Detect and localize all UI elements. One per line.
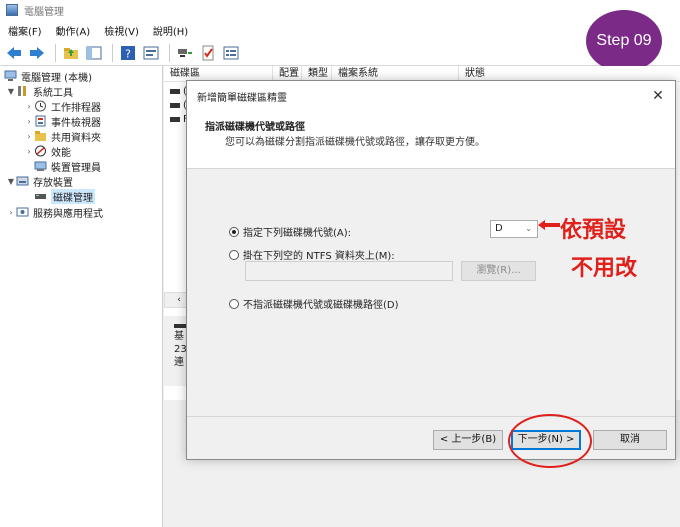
- close-icon[interactable]: ✕: [649, 87, 667, 105]
- tree-label: 存放裝置: [33, 177, 73, 189]
- drive-letter-value: D: [495, 223, 503, 234]
- annotation-text-no-change: 不用改: [571, 256, 638, 281]
- tree-label: 服務與應用程式: [33, 208, 103, 220]
- expand-chevron-icon[interactable]: ▼: [6, 87, 16, 96]
- volume-icon: [170, 89, 180, 94]
- show-hide-tree-icon[interactable]: [84, 43, 104, 63]
- tree-label: 工作排程器: [51, 102, 101, 114]
- expand-arrow-icon[interactable]: ›: [24, 132, 34, 141]
- tree-label: 磁碟管理: [51, 188, 95, 204]
- svg-text:?: ?: [125, 47, 131, 60]
- tree-item-performance[interactable]: › 效能: [24, 143, 71, 159]
- tree-item-shared-folders[interactable]: › 共用資料夾: [24, 128, 101, 144]
- folder-path-input[interactable]: [245, 261, 453, 281]
- disk-icon: [174, 324, 186, 328]
- toolbar-separator: [169, 43, 170, 62]
- dialog-title: 新增簡單磁碟區精靈: [197, 92, 287, 104]
- dialog-titlebar: 新增簡單磁碟區精靈: [187, 81, 675, 111]
- option-mount-folder[interactable]: 掛在下列空的 NTFS 資料夾上(M):: [229, 247, 395, 262]
- tree-item-system-tools[interactable]: ▼ 系統工具: [6, 83, 73, 99]
- forward-arrow-icon[interactable]: [27, 43, 47, 63]
- toolbar-separator: [112, 43, 113, 62]
- browse-button[interactable]: 瀏覽(R)...: [461, 261, 536, 281]
- option-label: 不指派磁碟機代號或磁碟機路徑(D): [243, 300, 399, 311]
- radio-assign-drive-letter[interactable]: [229, 226, 239, 237]
- menu-file[interactable]: 檔案(F): [8, 23, 42, 38]
- computer-management-icon: [6, 4, 18, 16]
- services-icon: [16, 206, 29, 218]
- expand-arrow-icon[interactable]: ›: [24, 117, 34, 126]
- step-badge: Step 09: [586, 10, 662, 72]
- tree-label: 效能: [51, 147, 71, 159]
- back-button[interactable]: < 上一步(B): [433, 430, 503, 450]
- option-label: 指定下列磁碟機代號(A):: [243, 228, 352, 239]
- connect-icon[interactable]: [175, 43, 195, 63]
- window-title: 電腦管理: [24, 6, 64, 18]
- event-log-icon: [34, 115, 47, 127]
- expand-arrow-icon[interactable]: ›: [6, 208, 16, 217]
- step-title: 指派磁碟機代號或路徑: [205, 122, 305, 133]
- menu-help[interactable]: 說明(H): [153, 23, 188, 38]
- chevron-down-icon: ⌄: [525, 224, 532, 233]
- back-arrow-icon[interactable]: [4, 43, 24, 63]
- option-label: 掛在下列空的 NTFS 資料夾上(M):: [243, 251, 395, 262]
- properties-icon[interactable]: [141, 43, 161, 63]
- radio-no-drive-letter[interactable]: [229, 298, 239, 309]
- storage-icon: [16, 175, 29, 187]
- tree-label: 電腦管理 (本機): [21, 72, 92, 84]
- disk-icon: [34, 190, 47, 202]
- annotation-circle: [508, 414, 592, 468]
- cancel-button[interactable]: 取消: [593, 430, 667, 450]
- annotation-arrow-icon: [538, 220, 560, 233]
- tree-item-storage[interactable]: ▼ 存放裝置: [6, 173, 73, 189]
- volume-icon: [170, 117, 180, 122]
- clock-icon: [34, 100, 47, 112]
- footer-divider: [187, 416, 675, 417]
- performance-icon: [34, 145, 47, 157]
- window-titlebar: 電腦管理: [0, 0, 680, 20]
- menu-bar: 檔案(F) 動作(A) 檢視(V) 說明(H): [0, 20, 680, 40]
- tree-item-device-manager[interactable]: 裝置管理員: [34, 158, 101, 174]
- option-assign-drive-letter[interactable]: 指定下列磁碟機代號(A):: [229, 224, 351, 239]
- step-description: 您可以為磁碟分割指派磁碟機代號或路徑，讓存取更方便。: [225, 137, 485, 148]
- tree-item-event-viewer[interactable]: › 事件檢視器: [24, 113, 101, 129]
- tools-icon: [16, 85, 29, 97]
- toolbar: ?: [0, 40, 680, 66]
- navigation-tree: 電腦管理 (本機) ▼ 系統工具 › 工作排程器 › 事件檢視器 › 共用資料夾…: [0, 66, 163, 527]
- table-row[interactable]: (: [170, 86, 187, 97]
- tree-item-task-scheduler[interactable]: › 工作排程器: [24, 98, 101, 114]
- up-folder-icon[interactable]: [61, 43, 81, 63]
- tree-label: 事件檢視器: [51, 117, 101, 129]
- radio-mount-folder[interactable]: [229, 249, 239, 260]
- computer-icon: [4, 70, 17, 82]
- tree-label: 系統工具: [33, 87, 73, 99]
- menu-action[interactable]: 動作(A): [56, 23, 91, 38]
- tree-item-services-apps[interactable]: › 服務與應用程式: [6, 204, 103, 220]
- option-no-drive-letter[interactable]: 不指派磁碟機代號或磁碟機路徑(D): [229, 296, 399, 311]
- tree-item-disk-management[interactable]: 磁碟管理: [34, 188, 95, 204]
- drive-letter-select[interactable]: D ⌄: [490, 220, 538, 238]
- tree-label: 裝置管理員: [51, 162, 101, 174]
- annotation-text-default: 依預設: [560, 218, 627, 243]
- expand-arrow-icon[interactable]: ›: [24, 102, 34, 111]
- tree-label: 共用資料夾: [51, 132, 101, 144]
- volume-icon: [170, 103, 180, 108]
- expand-arrow-icon[interactable]: ›: [24, 147, 34, 156]
- help-icon[interactable]: ?: [118, 43, 138, 63]
- tree-item-root[interactable]: 電腦管理 (本機): [4, 68, 92, 84]
- device-manager-icon: [34, 160, 47, 172]
- expand-chevron-icon[interactable]: ▼: [6, 177, 16, 186]
- table-row[interactable]: (: [170, 100, 187, 111]
- menu-view[interactable]: 檢視(V): [104, 23, 139, 38]
- toolbar-separator: [55, 43, 56, 62]
- dialog-header: 指派磁碟機代號或路徑 您可以為磁碟分割指派磁碟機代號或路徑，讓存取更方便。: [187, 111, 675, 169]
- list-view-icon[interactable]: [221, 43, 241, 63]
- shared-folder-icon: [34, 130, 47, 142]
- check-document-icon[interactable]: [198, 43, 218, 63]
